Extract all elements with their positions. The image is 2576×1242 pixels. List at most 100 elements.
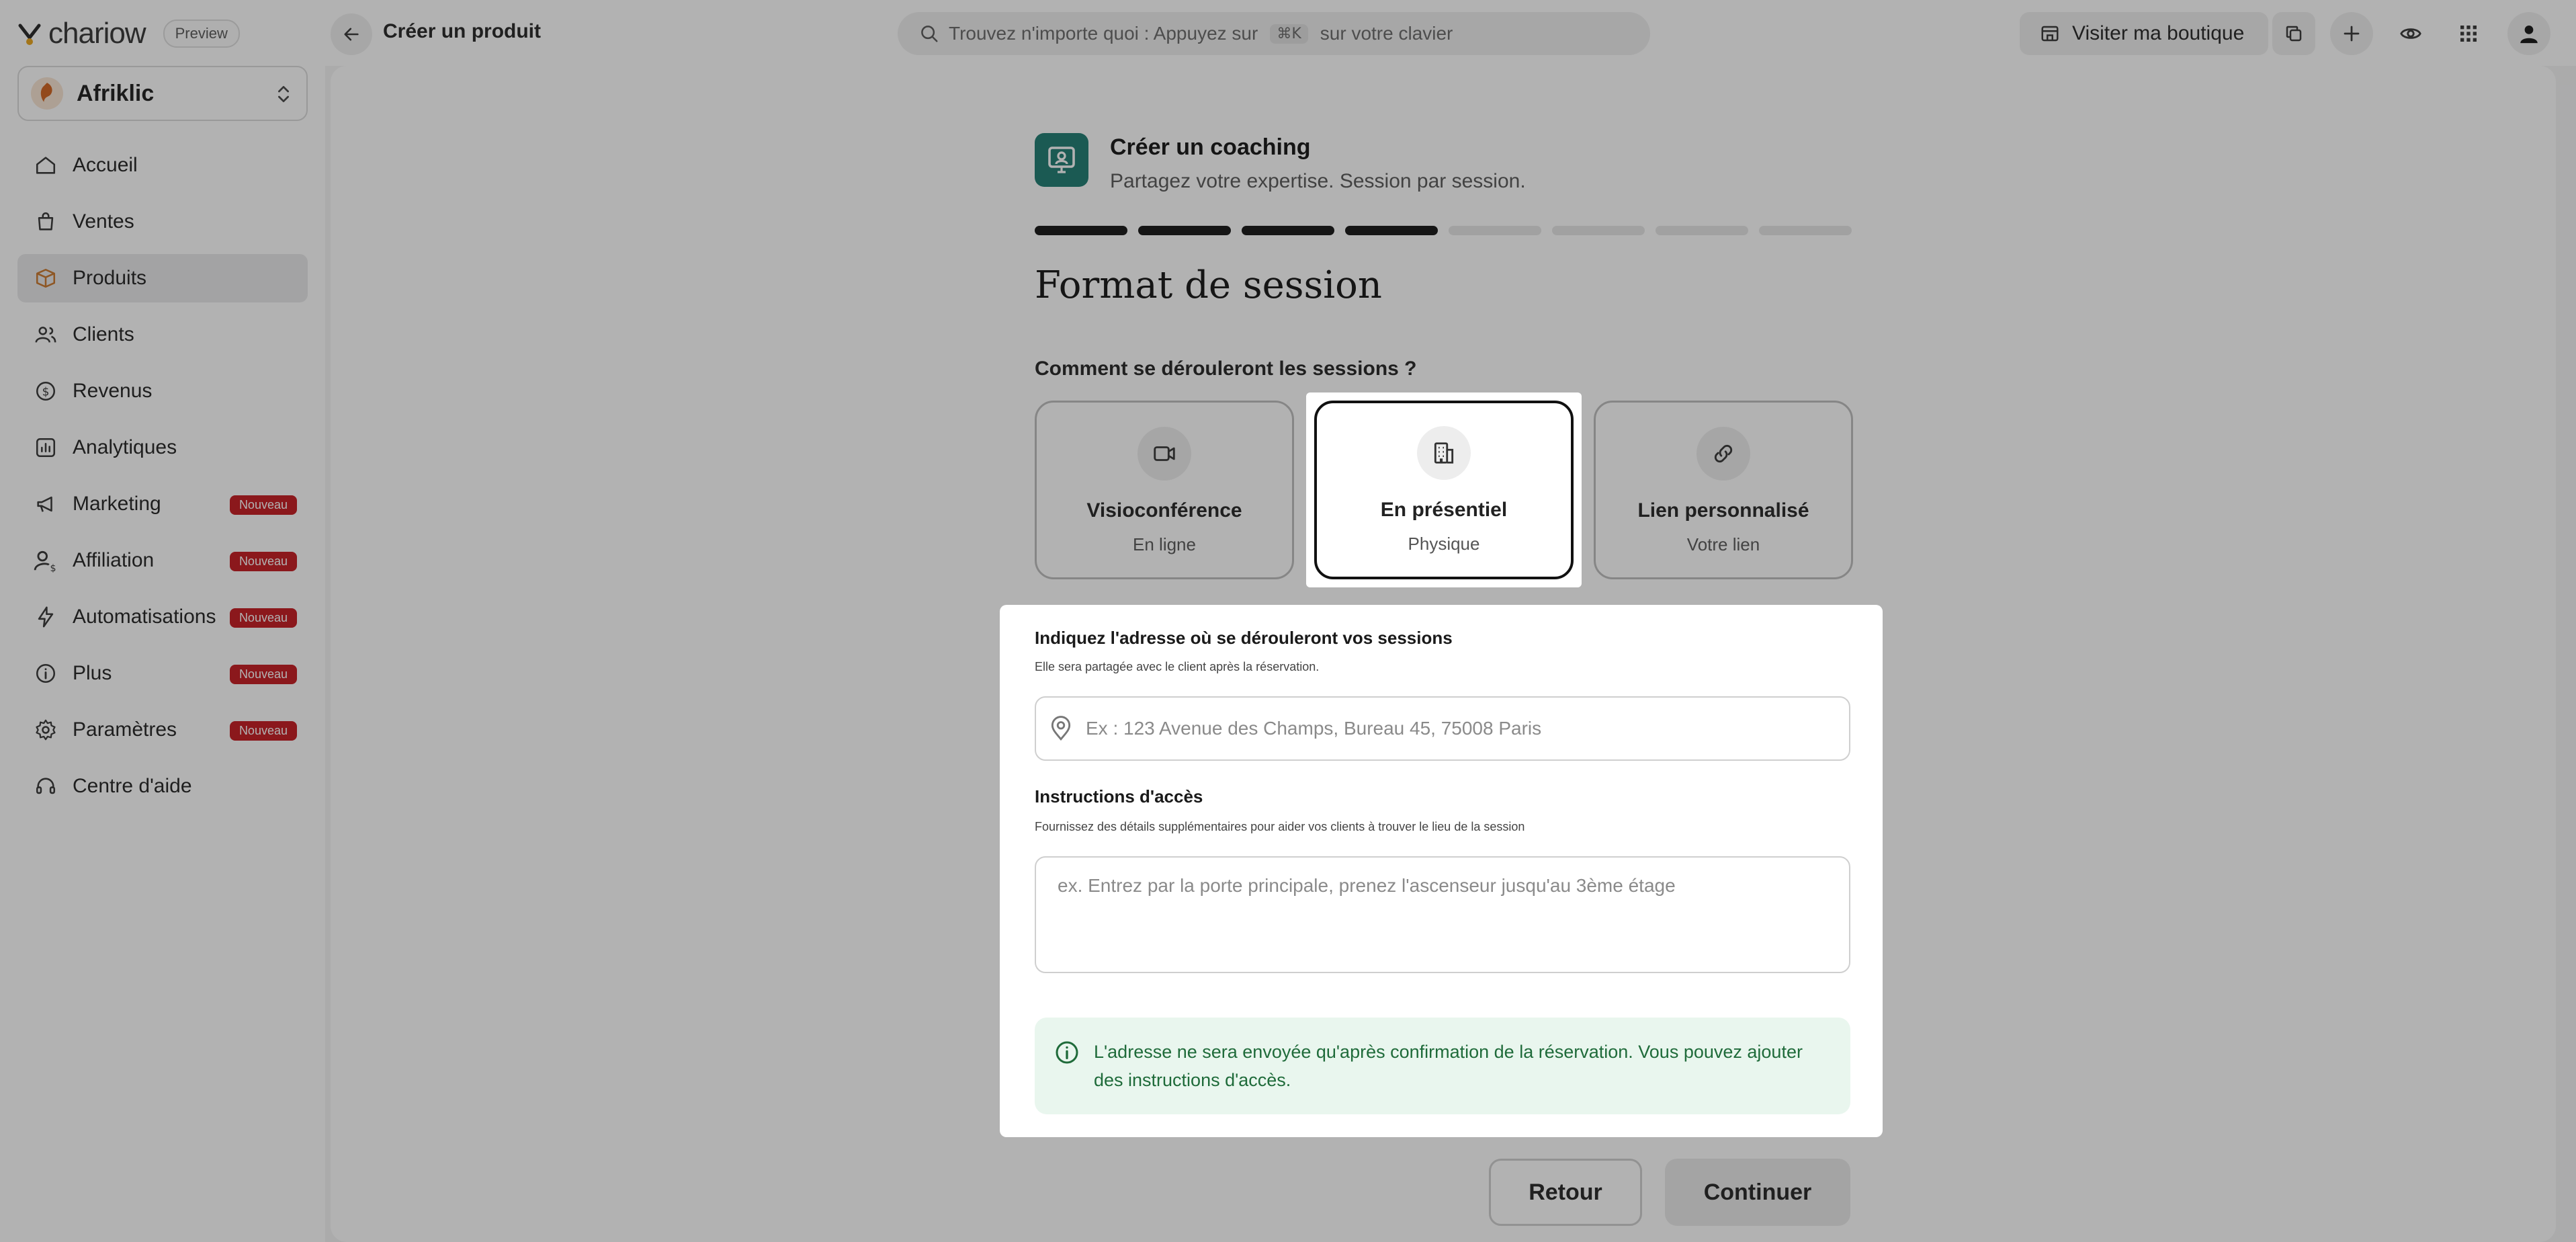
gear-icon	[32, 716, 59, 743]
svg-text:$: $	[42, 385, 50, 399]
progress-step	[1656, 226, 1748, 235]
option-subtitle: Votre lien	[1686, 534, 1760, 554]
info-notice: L'adresse ne sera envoyée qu'après confi…	[1035, 1018, 1850, 1114]
product-title: Créer un coaching	[1110, 134, 1311, 160]
search-suffix: sur votre clavier	[1320, 23, 1453, 44]
store-switcher[interactable]: Afriklic	[17, 66, 308, 121]
chariow-logo-icon	[18, 24, 41, 45]
sidebar-item-label: Produits	[73, 267, 147, 289]
option-subtitle: En ligne	[1133, 534, 1196, 554]
instructions-textarea[interactable]: ex. Entrez par la porte principale, pren…	[1035, 856, 1850, 973]
instructions-help: Fournissez des détails supplémentaires p…	[1035, 820, 1525, 833]
progress-steps	[1035, 226, 1852, 235]
sidebar-item-clients[interactable]: Clients	[17, 310, 308, 359]
product-header: Créer un coaching Partagez votre experti…	[1035, 133, 1526, 193]
sidebar-item-label: Centre d'aide	[73, 775, 192, 797]
sidebar-item-label: Plus	[73, 662, 112, 684]
copy-link-button[interactable]	[2272, 12, 2315, 55]
user-dollar-icon: $	[32, 547, 59, 574]
progress-step	[1242, 226, 1334, 235]
sidebar-item-parametres[interactable]: Paramètres Nouveau	[17, 706, 308, 754]
page-heading: Créer un produit	[383, 20, 542, 42]
sidebar-item-label: Marketing	[73, 493, 161, 515]
info-circle-icon	[1056, 1041, 1078, 1064]
new-badge: Nouveau	[229, 552, 297, 571]
instructions-label: Instructions d'accès	[1035, 786, 1203, 806]
new-badge: Nouveau	[229, 665, 297, 684]
users-icon	[32, 321, 59, 348]
address-input[interactable]: Ex : 123 Avenue des Champs, Bureau 45, 7…	[1035, 696, 1850, 761]
store-logo-icon	[40, 83, 52, 102]
sidebar-item-automatisations[interactable]: Automatisations Nouveau	[17, 593, 308, 641]
new-badge: Nouveau	[229, 495, 297, 515]
progress-step	[1345, 226, 1438, 235]
sidebar-item-label: Accueil	[73, 154, 138, 176]
sidebar-item-label: Analytiques	[73, 436, 177, 458]
option-lien-personnalise[interactable]: Lien personnalisé Votre lien	[1594, 401, 1853, 579]
sidebar-item-accueil[interactable]: Accueil	[17, 141, 308, 190]
dollar-icon: $	[32, 378, 59, 405]
store-name: Afriklic	[77, 80, 155, 106]
option-title: En présentiel	[1380, 499, 1508, 521]
video-icon	[1137, 427, 1191, 481]
section-title: Format de session	[1035, 263, 1382, 307]
session-format-question: Comment se dérouleront les sessions ?	[1035, 358, 1417, 380]
sidebar-item-label: Clients	[73, 323, 134, 345]
preview-toggle-button[interactable]	[2389, 12, 2432, 55]
logo[interactable]: chariow Preview	[16, 15, 240, 52]
progress-step	[1138, 226, 1231, 235]
home-icon	[32, 152, 59, 179]
user-avatar-icon	[2520, 25, 2538, 44]
top-bar: chariow Preview Créer un produit Trouvez…	[0, 0, 2576, 66]
sidebar-item-label: Paramètres	[73, 718, 177, 741]
option-en-presentiel[interactable]: En présentiel Physique	[1306, 392, 1582, 587]
arrow-left-icon	[344, 28, 359, 41]
option-title: Visioconférence	[1086, 499, 1242, 522]
address-label: Indiquez l'adresse où se dérouleront vos…	[1035, 628, 1453, 648]
link-icon	[1697, 427, 1750, 481]
option-subtitle: Physique	[1408, 534, 1480, 554]
map-pin-icon	[1051, 716, 1071, 741]
sidebar-item-analytiques[interactable]: Analytiques	[17, 423, 308, 472]
copy-icon	[2286, 26, 2302, 42]
continue-button[interactable]: Continuer	[1665, 1159, 1850, 1226]
account-button[interactable]	[2507, 12, 2550, 55]
sidebar-item-label: Ventes	[73, 210, 134, 233]
address-panel: Indiquez l'adresse où se dérouleront vos…	[1000, 605, 1883, 1137]
lightning-icon	[32, 604, 59, 630]
sidebar-item-marketing[interactable]: Marketing Nouveau	[17, 480, 308, 528]
info-text: L'adresse ne sera envoyée qu'après confi…	[1094, 1042, 1803, 1090]
sidebar-item-plus[interactable]: Plus Nouveau	[17, 649, 308, 698]
sidebar-item-centre-aide[interactable]: Centre d'aide	[17, 762, 308, 811]
option-card-selected: En présentiel Physique	[1314, 401, 1574, 579]
back-button[interactable]	[331, 13, 372, 55]
address-help: Elle sera partagée avec le client après …	[1035, 660, 1320, 673]
chart-icon	[32, 434, 59, 461]
sidebar-item-ventes[interactable]: Ventes	[17, 198, 308, 246]
building-icon	[1417, 426, 1471, 480]
svg-text:$: $	[50, 563, 56, 573]
storefront-icon	[2041, 26, 2059, 42]
address-placeholder: Ex : 123 Avenue des Champs, Bureau 45, 7…	[1086, 718, 1542, 739]
megaphone-icon	[32, 491, 59, 518]
instructions-placeholder: ex. Entrez par la porte principale, pren…	[1058, 875, 1676, 896]
global-search[interactable]: Trouvez n'importe quoi : Appuyez sur ⌘K …	[898, 12, 1650, 55]
preview-badge: Preview	[163, 19, 240, 48]
visit-store-label: Visiter ma boutique	[2072, 22, 2245, 44]
progress-step	[1552, 226, 1645, 235]
new-badge: Nouveau	[229, 608, 297, 628]
progress-step	[1449, 226, 1541, 235]
headset-icon	[32, 773, 59, 800]
apps-button[interactable]	[2447, 12, 2490, 55]
visit-store-button[interactable]: Visiter ma boutique	[2020, 12, 2268, 55]
sidebar-item-label: Affiliation	[73, 549, 155, 571]
store-avatar	[31, 77, 63, 110]
sidebar-item-revenus[interactable]: $ Revenus	[17, 367, 308, 415]
option-visioconference[interactable]: Visioconférence En ligne	[1035, 401, 1294, 579]
back-step-button[interactable]: Retour	[1489, 1159, 1642, 1226]
create-button[interactable]	[2330, 12, 2373, 55]
plus-icon	[2344, 26, 2360, 42]
sidebar-item-affiliation[interactable]: $ Affiliation Nouveau	[17, 536, 308, 585]
sidebar-item-produits[interactable]: Produits	[17, 254, 308, 302]
logo-text: chariow	[48, 17, 146, 50]
